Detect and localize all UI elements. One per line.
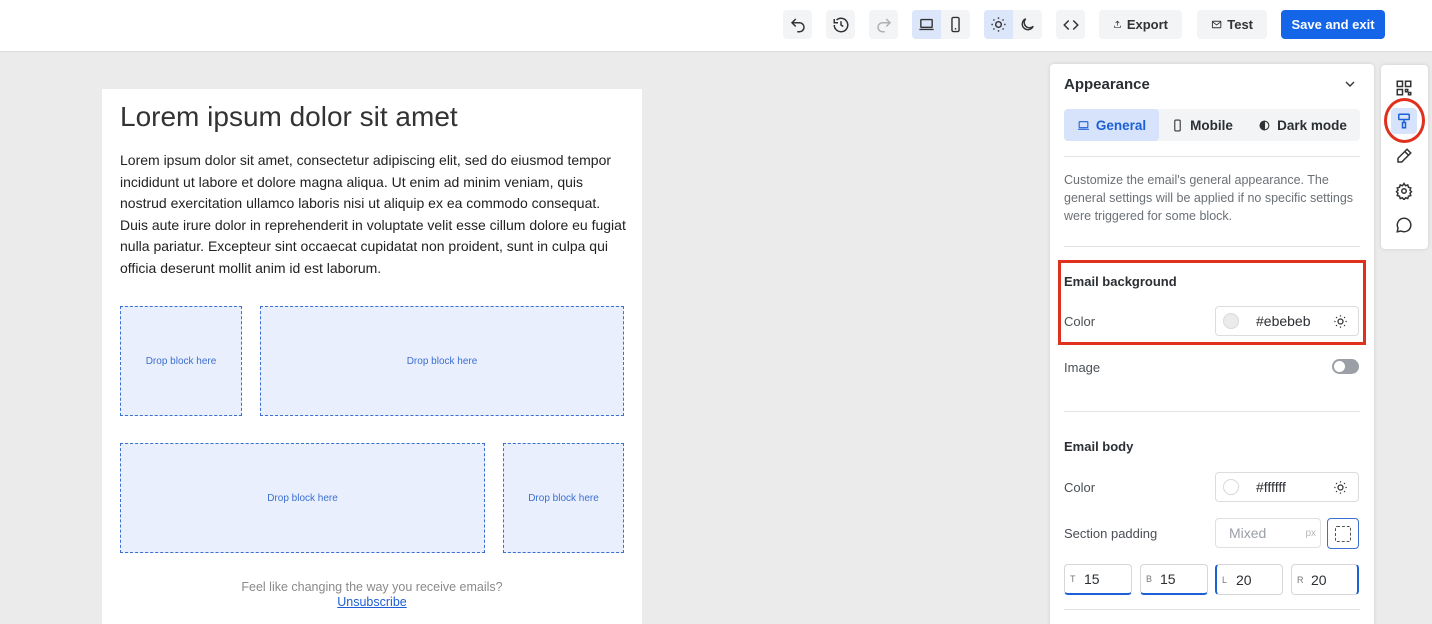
blocks-icon[interactable] — [1395, 79, 1413, 97]
background-image-toggle[interactable] — [1332, 359, 1359, 374]
email-canvas: Lorem ipsum dolor sit amet Lorem ipsum d… — [102, 89, 642, 624]
side-icon-bar — [1381, 65, 1428, 249]
appearance-tabs: General Mobile Dark mode — [1064, 109, 1360, 141]
drop-zone[interactable]: Drop block here — [120, 306, 242, 416]
moon-icon — [1021, 18, 1034, 31]
mail-icon — [1211, 20, 1222, 29]
tab-label: General — [1095, 117, 1147, 133]
undo-icon — [790, 17, 805, 32]
tab-general[interactable]: General — [1064, 109, 1159, 141]
theme-toggle — [984, 10, 1042, 39]
test-button[interactable]: Test — [1197, 10, 1267, 39]
padding-top-field[interactable]: T 15 — [1064, 564, 1132, 595]
body-color-field[interactable]: #ffffff — [1215, 472, 1359, 502]
save-and-exit-button[interactable]: Save and exit — [1281, 10, 1385, 39]
mobile-view-button[interactable] — [941, 10, 970, 39]
drop-zone[interactable]: Drop block here — [120, 443, 485, 553]
laptop-icon — [1077, 120, 1089, 130]
desktop-view-button[interactable] — [912, 10, 941, 39]
unsubscribe-link[interactable]: Unsubscribe — [102, 595, 642, 609]
history-icon — [833, 17, 848, 32]
appearance-icon-highlight — [1384, 98, 1425, 143]
padding-value[interactable]: 20 — [1236, 572, 1252, 588]
sun-icon — [991, 17, 1006, 32]
export-icon — [1114, 20, 1121, 28]
padding-key: B — [1146, 574, 1153, 584]
tab-label: Mobile — [1190, 117, 1233, 133]
phone-icon — [1174, 119, 1181, 131]
drop-zone[interactable]: Drop block here — [260, 306, 624, 416]
panel-description: Customize the email's general appearance… — [1064, 173, 1354, 223]
panel-title: Appearance — [1064, 76, 1150, 93]
email-heading[interactable]: Lorem ipsum dolor sit amet — [120, 101, 458, 133]
chat-icon[interactable] — [1395, 216, 1413, 234]
half-moon-icon — [1259, 120, 1270, 130]
redo-icon — [876, 17, 891, 32]
padding-value[interactable]: 15 — [1160, 571, 1176, 587]
divider — [1064, 411, 1360, 412]
padding-unit: px — [1305, 527, 1316, 539]
export-label: Export — [1126, 17, 1168, 32]
footer-question: Feel like changing the way you receive e… — [241, 580, 503, 594]
body-color-value[interactable]: #ffffff — [1256, 479, 1333, 495]
padding-individual-button[interactable] — [1327, 518, 1359, 549]
code-view-button[interactable] — [1056, 10, 1085, 39]
undo-button[interactable] — [783, 10, 812, 39]
email-body-title: Email body — [1064, 439, 1134, 454]
padding-value[interactable]: 15 — [1084, 571, 1100, 587]
device-toggle — [912, 10, 970, 39]
padding-left-field[interactable]: L 20 — [1215, 564, 1283, 595]
padding-key: T — [1070, 574, 1076, 584]
phone-icon — [951, 16, 960, 33]
light-mode-button[interactable] — [984, 10, 1013, 39]
padding-key: R — [1297, 574, 1304, 585]
history-button[interactable] — [826, 10, 855, 39]
gear-icon[interactable] — [1395, 182, 1413, 200]
padding-bottom-field[interactable]: B 15 — [1140, 564, 1208, 595]
color-swatch[interactable] — [1223, 479, 1239, 495]
tab-mobile[interactable]: Mobile — [1159, 109, 1245, 141]
laptop-icon — [919, 18, 934, 31]
email-body-text[interactable]: Lorem ipsum dolor sit amet, consectetur … — [120, 150, 626, 280]
tab-dark-mode[interactable]: Dark mode — [1245, 109, 1360, 141]
padding-value[interactable]: 20 — [1311, 572, 1327, 588]
padding-sides-icon — [1335, 525, 1351, 542]
toggle-knob — [1334, 361, 1345, 372]
sun-icon[interactable] — [1333, 480, 1348, 495]
section-padding-input[interactable]: Mixed px — [1215, 518, 1321, 548]
background-image-label: Image — [1064, 360, 1101, 375]
chevron-down-icon[interactable] — [1342, 76, 1358, 92]
top-toolbar: Export Test Save and exit — [0, 0, 1432, 52]
drop-zone[interactable]: Drop block here — [503, 443, 624, 553]
dark-mode-button[interactable] — [1013, 10, 1042, 39]
pencil-icon[interactable] — [1395, 147, 1413, 165]
section-padding-label: Section padding — [1064, 526, 1158, 541]
test-label: Test — [1227, 17, 1253, 32]
tab-label: Dark mode — [1277, 117, 1347, 133]
padding-key: L — [1222, 574, 1228, 585]
redo-button[interactable] — [869, 10, 898, 39]
body-color-label: Color — [1064, 480, 1096, 495]
divider — [1064, 609, 1360, 610]
email-background-highlight — [1058, 260, 1366, 345]
padding-mixed-value: Mixed — [1229, 525, 1267, 541]
export-button[interactable]: Export — [1099, 10, 1182, 39]
divider — [1064, 246, 1360, 247]
padding-right-field[interactable]: R 20 — [1291, 564, 1359, 595]
code-icon — [1062, 19, 1079, 30]
divider — [1064, 156, 1360, 157]
